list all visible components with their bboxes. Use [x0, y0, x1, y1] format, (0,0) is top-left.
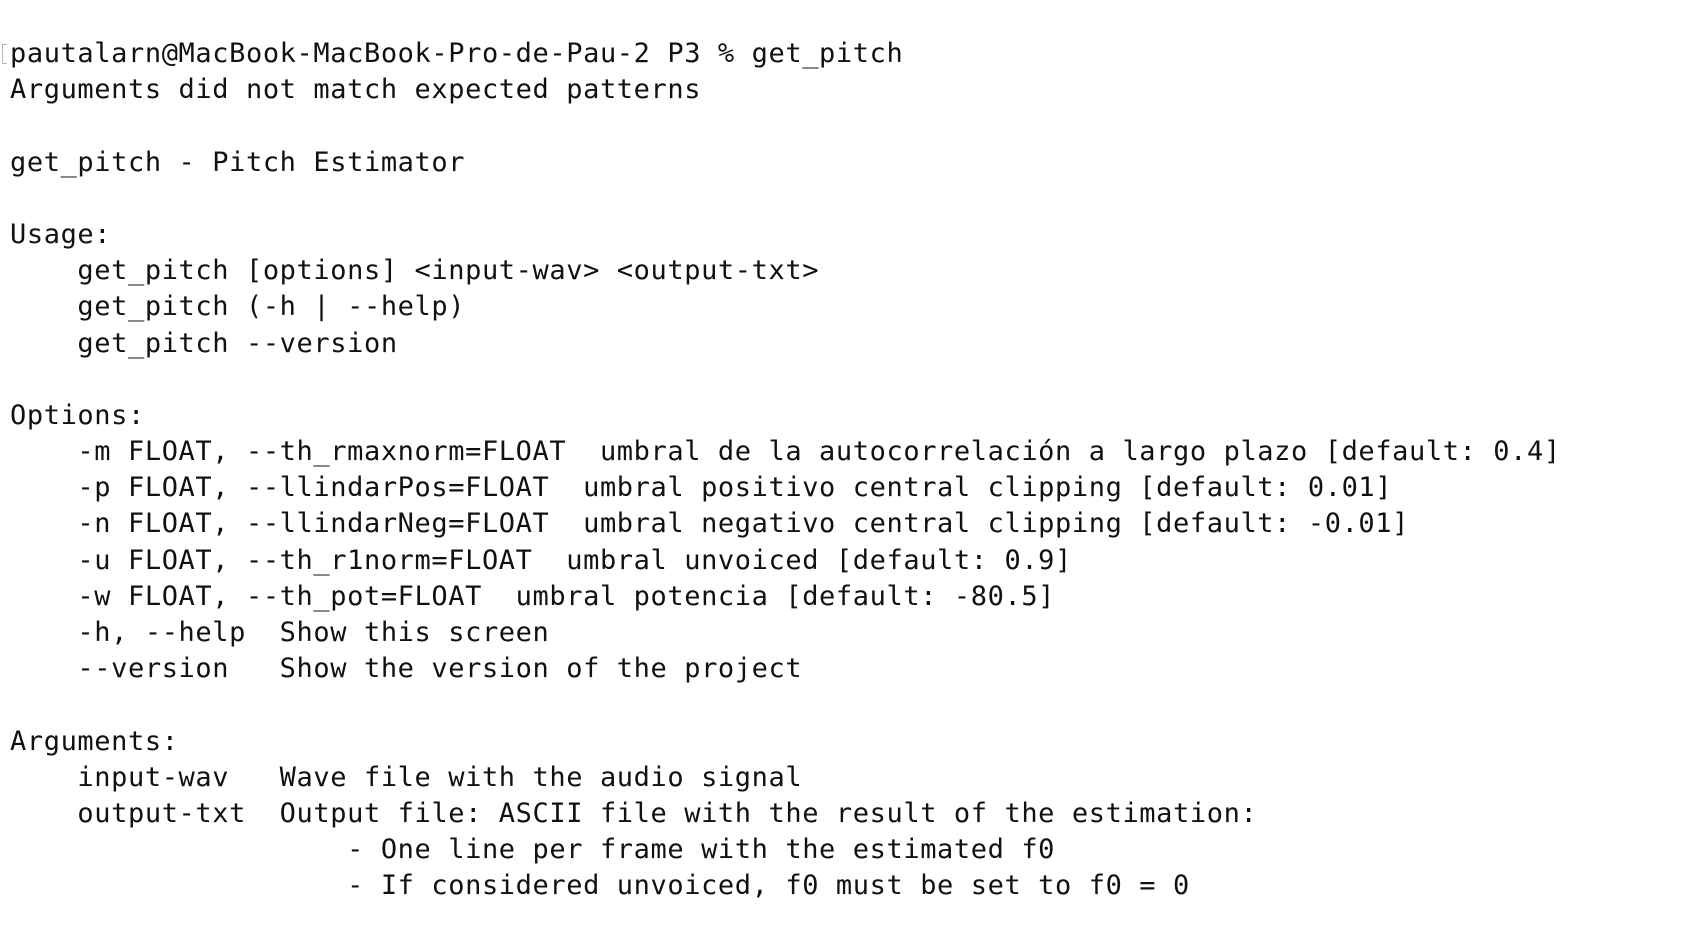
output-line: -u FLOAT, --th_r1norm=FLOAT umbral unvoi… — [10, 544, 1072, 576]
output-line: Arguments: — [10, 725, 179, 757]
prompt-line: pautalarn@MacBook-MacBook-Pro-de-Pau-2 P… — [10, 38, 904, 69]
output-line: get_pitch (-h | --help) — [10, 291, 466, 323]
terminal-output: pautalarn@MacBook-MacBook-Pro-de-Pau-2 P… — [10, 36, 1704, 905]
output-line: input-wav Wave file with the audio signa… — [10, 761, 803, 793]
output-line: - If considered unvoiced, f0 must be set… — [10, 870, 1190, 902]
output-line: output-txt Output file: ASCII file with … — [10, 797, 1258, 829]
output-line: get_pitch - Pitch Estimator — [10, 146, 466, 178]
output-line: Arguments did not match expected pattern… — [10, 74, 702, 106]
output-line: -m FLOAT, --th_rmaxnorm=FLOAT umbral de … — [10, 436, 1561, 468]
output-line: get_pitch [options] <input-wav> <output-… — [10, 255, 820, 287]
output-line: -h, --help Show this screen — [10, 617, 550, 648]
output-line: Usage: — [10, 218, 112, 250]
output-line: -p FLOAT, --llindarPos=FLOAT umbral posi… — [10, 472, 1393, 504]
output-line: -w FLOAT, --th_pot=FLOAT umbral potencia… — [10, 580, 1056, 612]
output-line: Options: — [10, 399, 145, 431]
output-line: - One line per frame with the estimated … — [10, 834, 1056, 866]
line-marker — [2, 44, 7, 64]
output-line: --version Show the version of the projec… — [10, 653, 803, 685]
output-line: get_pitch --version — [10, 327, 398, 359]
output-line: -n FLOAT, --llindarNeg=FLOAT umbral nega… — [10, 508, 1409, 540]
terminal-window[interactable]: pautalarn@MacBook-MacBook-Pro-de-Pau-2 P… — [0, 0, 1704, 930]
